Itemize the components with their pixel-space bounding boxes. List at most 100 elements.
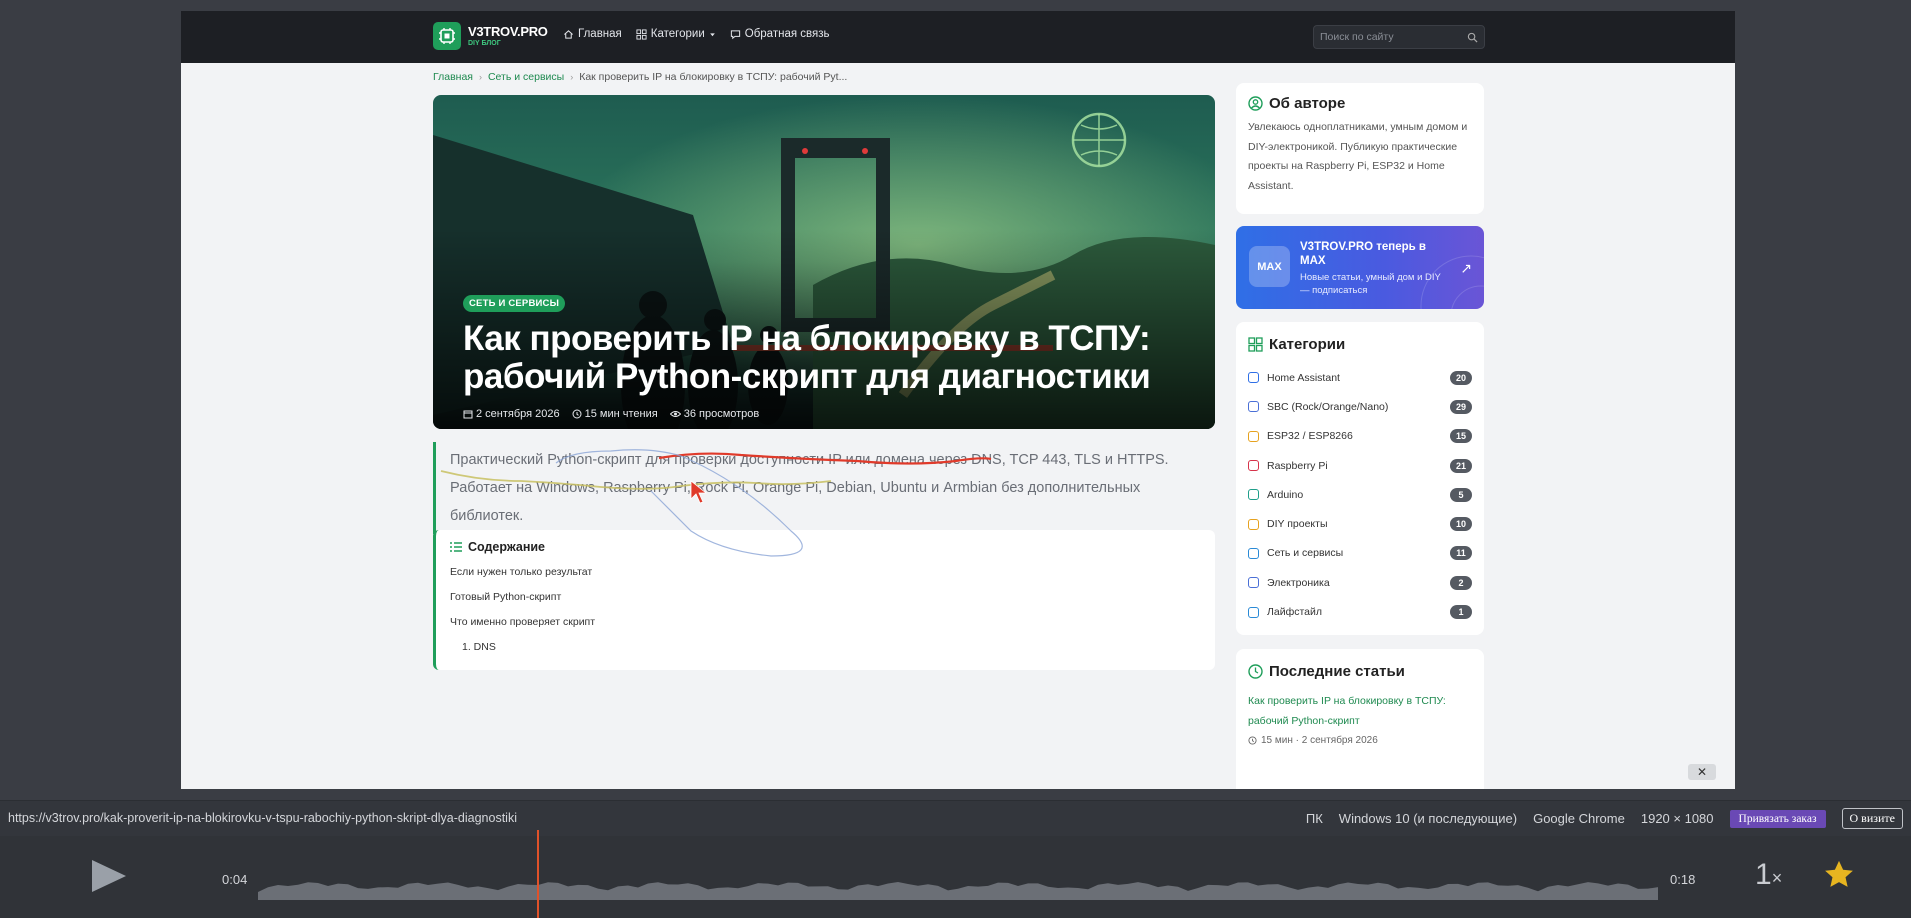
nav-home-label: Главная (578, 28, 622, 40)
category-badge[interactable]: СЕТЬ И СЕРВИСЫ (463, 295, 566, 312)
categories-card: Категории Home Assistant 20 SBC (Rock/Oran… (1236, 322, 1484, 635)
category-label: Raspberry Pi (1267, 459, 1328, 472)
article-title: Как проверить IP на блокировку в ТСПУ: р… (463, 320, 1203, 396)
category-count: 10 (1450, 517, 1472, 532)
lead-line2: Работает на Windows, Raspberry Pi, Rock … (450, 480, 1141, 496)
play-icon[interactable] (88, 858, 128, 894)
category-item[interactable]: Лайфстайл 1 (1248, 597, 1472, 626)
category-item[interactable]: SBC (Rock/Orange/Nano) 29 (1248, 392, 1472, 421)
category-icon (1248, 606, 1259, 618)
category-item[interactable]: Home Assistant 20 (1248, 363, 1472, 392)
nav-feedback[interactable]: Обратная связь (730, 28, 830, 40)
category-item[interactable]: DIY проекты 10 (1248, 509, 1472, 538)
breadcrumb-home[interactable]: Главная (433, 71, 473, 83)
category-label: SBC (Rock/Orange/Nano) (1267, 400, 1389, 413)
visit-info-button[interactable]: О визите (1841, 808, 1903, 829)
caret-down-icon (709, 32, 715, 36)
site-logo[interactable]: V3TROV.PRO DIY БЛОГ (433, 22, 548, 50)
nav-categories[interactable]: Категории (636, 28, 716, 40)
playback-speed[interactable]: 1× (1755, 858, 1782, 892)
arrow-up-right-icon: ↗ (1460, 260, 1472, 276)
grid-icon (636, 28, 647, 40)
article-views-text: 36 просмотров (683, 408, 760, 420)
table-of-contents: Содержание Если нужен только результат Г… (433, 530, 1215, 670)
bind-order-button[interactable]: Привязать заказ (1729, 809, 1826, 828)
category-icon (1248, 489, 1259, 501)
nav-home[interactable]: Главная (563, 28, 622, 40)
nav-categories-label: Категории (650, 28, 705, 40)
category-icon (1248, 430, 1259, 442)
grid-icon (1248, 337, 1263, 352)
category-label: Arduino (1267, 488, 1304, 501)
toc-header[interactable]: Содержание (450, 540, 1201, 554)
category-count: 1 (1450, 605, 1472, 620)
nav-feedback-label: Обратная связь (744, 28, 830, 40)
category-count: 11 (1450, 546, 1472, 561)
list-icon (450, 542, 462, 552)
playback-speed-value: 1 (1755, 858, 1772, 891)
toc-item[interactable]: Готовый Python-скрипт (450, 585, 1201, 610)
session-url: https://v3trov.pro/kak-proverit-ip-na-bl… (8, 811, 517, 825)
category-label: Home Assistant (1267, 371, 1340, 384)
site-header: V3TROV.PRO DIY БЛОГ Главная Категории Об… (181, 11, 1735, 63)
category-label: Сеть и сервисы (1267, 547, 1344, 560)
max-subtitle: Новые статьи, умный дом и DIY — подписат… (1300, 272, 1441, 296)
clock-icon (1248, 664, 1263, 679)
browser-name: Google Chrome (1533, 811, 1625, 826)
category-count: 20 (1450, 370, 1472, 385)
recent-posts-card: Последние статьи Как проверить IP на бло… (1236, 649, 1484, 789)
category-item[interactable]: Arduino 5 (1248, 480, 1472, 509)
activity-timeline[interactable] (258, 830, 1658, 918)
toc-subitem[interactable]: 1. DNS (450, 635, 1201, 660)
category-item[interactable]: Raspberry Pi 21 (1248, 451, 1472, 480)
recent-post-link[interactable]: Как проверить IP на блокировку в ТСПУ: р… (1248, 692, 1472, 731)
device-type: ПК (1305, 811, 1323, 826)
chat-icon (730, 29, 740, 39)
categories-title: Категории (1269, 336, 1346, 353)
about-title: Об авторе (1269, 95, 1346, 112)
logo-chip-icon (433, 22, 461, 50)
eye-icon (669, 411, 681, 417)
recent-post-meta-text: 15 мин · 2 сентября 2026 (1261, 735, 1378, 746)
category-icon (1248, 372, 1259, 384)
recent-title: Последние статьи (1269, 663, 1405, 680)
article-title-line1: Как проверить IP на блокировку в ТСПУ: (463, 319, 1151, 358)
about-text: Увлекаюсь одноплатниками, умным домом и … (1248, 121, 1468, 192)
breadcrumb-separator: › (570, 72, 574, 82)
total-time: 0:18 (1670, 872, 1696, 887)
category-count: 15 (1450, 429, 1472, 444)
category-label: Электроника (1267, 576, 1330, 589)
article-date: 2 сентября 2026 (463, 408, 560, 420)
toc-title: Содержание (468, 540, 546, 554)
search-icon[interactable] (1467, 32, 1478, 43)
main-nav: Главная Категории Обратная связь (563, 28, 829, 40)
category-item[interactable]: Электроника 2 (1248, 568, 1472, 597)
breadcrumb-separator: › (478, 72, 482, 82)
session-info-bar: https://v3trov.pro/kak-proverit-ip-na-bl… (0, 800, 1911, 836)
breadcrumb-section[interactable]: Сеть и сервисы (488, 71, 564, 83)
search-input[interactable] (1320, 29, 1460, 45)
max-title: V3TROV.PRO теперь в MAX (1300, 241, 1426, 267)
category-count: 2 (1450, 575, 1472, 590)
article-read-time-text: 15 мин чтения (584, 408, 658, 420)
breadcrumb-current: Как проверить IP на блокировку в ТСПУ: р… (579, 71, 848, 83)
category-item[interactable]: ESP32 / ESP8266 15 (1248, 422, 1472, 451)
close-button[interactable]: ✕ (1688, 764, 1716, 780)
max-promo-banner[interactable]: MAX V3TROV.PRO теперь в MAX Новые статьи… (1236, 226, 1484, 309)
logo-subtitle: DIY БЛОГ (468, 40, 501, 47)
article-meta: 2 сентября 2026 15 мин чтения 36 просмот… (463, 408, 1203, 420)
site-search (1313, 25, 1485, 49)
user-circle-icon (1248, 96, 1263, 111)
session-player: 0:04 0:18 1× (0, 830, 1911, 918)
recorded-page: V3TROV.PRO DIY БЛОГ Главная Категории Об… (181, 11, 1735, 789)
category-item[interactable]: Сеть и сервисы 11 (1248, 539, 1472, 568)
clock-icon (572, 409, 582, 419)
star-icon[interactable] (1822, 858, 1856, 892)
category-count: 29 (1450, 399, 1472, 414)
hero-banner[interactable]: СЕТЬ И СЕРВИСЫ Как проверить IP на блоки… (433, 95, 1215, 429)
category-list: Home Assistant 20 SBC (Rock/Orange/Nano) 29… (1248, 363, 1472, 627)
os-name: Windows 10 (и последующие) (1338, 811, 1518, 826)
toc-item[interactable]: Что именно проверяет скрипт (450, 610, 1201, 635)
activity-wave (258, 882, 1658, 900)
toc-item[interactable]: Если нужен только результат (450, 560, 1201, 585)
